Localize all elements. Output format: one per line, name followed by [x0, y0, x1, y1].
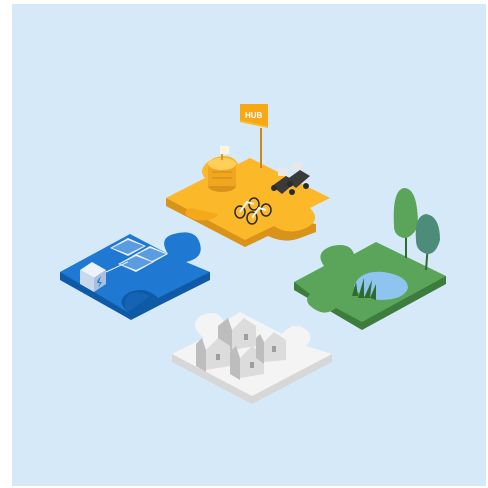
puzzle-illustration: HUB [60, 104, 446, 404]
cargo-cylinder-icon [208, 146, 236, 192]
hub-flag-label: HUB [245, 111, 263, 120]
illustration-scene: HUB [0, 0, 488, 488]
hub-flag-icon: HUB [240, 104, 268, 168]
